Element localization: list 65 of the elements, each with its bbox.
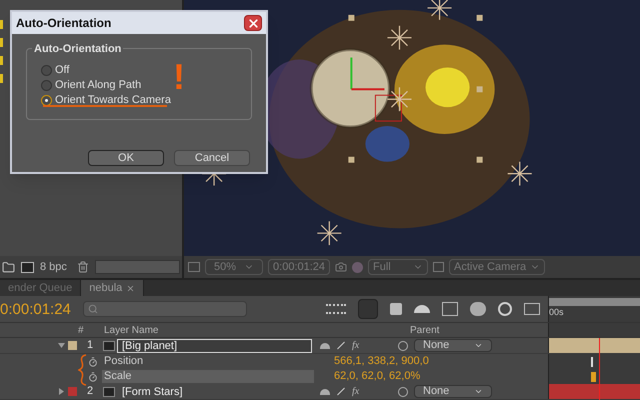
keyframe-marker[interactable]	[591, 356, 593, 366]
column-header[interactable]: #	[78, 322, 104, 338]
quality-icon[interactable]	[337, 342, 345, 350]
radio-option[interactable]: Orient Along Path	[41, 78, 142, 92]
label-swatch[interactable]	[68, 387, 77, 396]
close-icon[interactable]	[126, 284, 136, 292]
radio-button[interactable]	[41, 94, 52, 106]
exclamation-annotation: !	[173, 59, 185, 95]
expand-triangle-icon[interactable]	[58, 342, 65, 349]
fx-label: fx	[352, 339, 360, 353]
zoom-dropdown[interactable]: 50%	[205, 259, 264, 275]
radio-button[interactable]	[41, 64, 52, 76]
composition-icon[interactable]	[326, 304, 346, 314]
fx-label: fx	[352, 385, 360, 399]
column-header[interactable]: Layer Name	[104, 322, 410, 338]
keyframe-marker[interactable]	[591, 372, 596, 382]
chevron-down-icon[interactable]	[474, 387, 483, 396]
layer-number: 1	[87, 338, 94, 354]
quality-icon[interactable]	[337, 388, 345, 396]
label-swatch	[0, 56, 3, 65]
search-icon[interactable]	[88, 304, 98, 314]
view-dropdown[interactable]: Active Camera	[449, 259, 546, 275]
bit-depth-label[interactable]: 8 bpc	[40, 258, 67, 276]
dialog-button[interactable]: Cancel	[174, 150, 250, 166]
chevron-down-icon[interactable]	[474, 341, 483, 350]
layer-name[interactable]: [Form Stars]	[117, 384, 312, 398]
region-icon[interactable]	[188, 262, 200, 272]
label-swatch[interactable]	[68, 341, 77, 350]
layer-type-icon	[103, 386, 115, 396]
layer-type-icon	[103, 340, 115, 350]
camera-icon[interactable]	[335, 261, 348, 273]
color-channels-icon[interactable]	[352, 262, 364, 272]
search-field[interactable]	[82, 301, 247, 317]
stopwatch-icon[interactable]	[88, 356, 98, 366]
radio-option[interactable]: Off	[41, 63, 70, 77]
current-time[interactable]: 0:00:01:24	[0, 302, 71, 316]
property-value[interactable]: 566,1, 338,2, 900,0	[334, 353, 429, 370]
ruler-label: 00s	[549, 306, 565, 319]
timecode-field[interactable]: 0:00:01:24	[268, 259, 330, 275]
property-name[interactable]: Scale	[102, 370, 314, 383]
composition-icon[interactable]	[21, 262, 34, 272]
radio-button[interactable]	[41, 80, 52, 90]
panel-tab[interactable]: nebula	[81, 280, 144, 296]
column-header[interactable]: Parent	[410, 322, 440, 338]
trash-icon[interactable]	[76, 261, 89, 273]
parent-dropdown[interactable]: None	[414, 385, 492, 398]
expand-triangle-icon[interactable]	[58, 388, 65, 395]
label-swatch	[0, 20, 3, 29]
layer-name[interactable]: [Big planet]	[117, 338, 312, 352]
stopwatch-icon[interactable]	[88, 372, 98, 382]
label-swatch	[0, 74, 3, 83]
folder-icon[interactable]	[2, 260, 15, 274]
label-swatch	[0, 38, 3, 47]
dialog-button[interactable]: OK	[88, 150, 164, 166]
layer-number: 2	[87, 384, 94, 400]
property-name[interactable]: Position	[102, 355, 314, 368]
parent-dropdown[interactable]: None	[414, 339, 492, 352]
property-value[interactable]: 62,0, 62,0, 62,0%	[334, 368, 420, 385]
brace-annotation-icon	[78, 354, 88, 386]
parent-pick-icon[interactable]	[398, 340, 408, 350]
dialog-title: Auto-Orientation	[16, 15, 112, 32]
grid-icon[interactable]	[433, 262, 444, 272]
parent-pick-icon[interactable]	[398, 386, 408, 396]
resolution-dropdown[interactable]: Full	[368, 259, 428, 275]
scrollbar[interactable]	[94, 260, 180, 274]
